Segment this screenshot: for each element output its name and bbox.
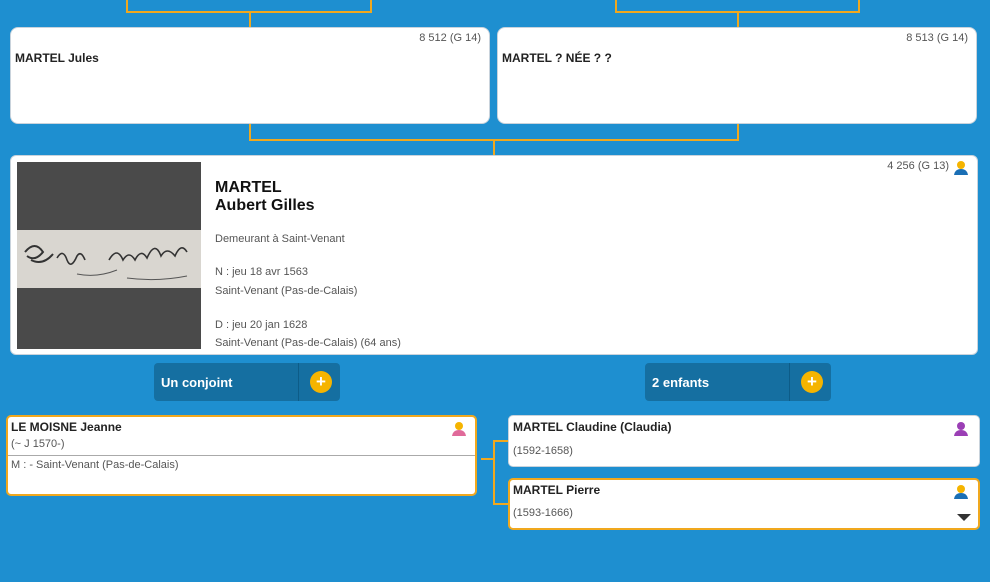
- person-male-icon: [954, 485, 968, 499]
- sosa-number: 4 256 (G 13): [887, 160, 949, 172]
- child-card[interactable]: MARTEL Pierre (1593-1666): [508, 478, 980, 530]
- children-button-label: 2 enfants: [652, 375, 710, 390]
- death-place[interactable]: Saint-Venant (Pas-de-Calais) (64 ans): [215, 337, 401, 349]
- divider: [298, 363, 299, 401]
- person-male-icon: [954, 161, 968, 175]
- death-date: D : jeu 20 jan 1628: [215, 319, 308, 331]
- person-name[interactable]: MARTEL Claudine (Claudia): [513, 420, 671, 434]
- sosa-number: 8 512 (G 14): [419, 32, 481, 44]
- life-dates: (~ J 1570-): [11, 438, 65, 450]
- person-name[interactable]: LE MOISNE Jeanne: [11, 420, 122, 434]
- connector-line: [737, 11, 739, 27]
- birth-date: N : jeu 18 avr 1563: [215, 266, 308, 278]
- signature-image[interactable]: [17, 162, 201, 349]
- residence-text: Demeurant à Saint-Venant: [215, 233, 345, 245]
- life-dates: (1593-1666): [513, 507, 573, 519]
- father-card[interactable]: 8 512 (G 14) MARTEL Jules: [10, 27, 490, 124]
- signature-scan: [24, 245, 188, 281]
- chevron-down-icon[interactable]: [957, 514, 971, 522]
- main-surname: MARTEL: [215, 179, 282, 196]
- spouse-card[interactable]: LE MOISNE Jeanne (~ J 1570-) M : - Saint…: [6, 415, 477, 496]
- child-card[interactable]: MARTEL Claudine (Claudia) (1592-1658): [508, 415, 980, 467]
- main-given-name: Aubert Gilles: [215, 197, 315, 214]
- marriage-info: M : - Saint-Venant (Pas-de-Calais): [11, 459, 179, 471]
- connector-line: [737, 124, 739, 140]
- person-male-icon: [452, 422, 466, 436]
- spouses-button-label: Un conjoint: [161, 375, 233, 390]
- person-female-icon: [954, 422, 968, 436]
- plus-icon[interactable]: +: [801, 371, 823, 393]
- person-name[interactable]: MARTEL ? NÉE ? ?: [502, 51, 612, 65]
- connector-line: [493, 440, 508, 442]
- divider: [789, 363, 790, 401]
- plus-icon[interactable]: +: [310, 371, 332, 393]
- sosa-number: 8 513 (G 14): [906, 32, 968, 44]
- connector-line: [493, 440, 495, 504]
- spouses-button[interactable]: Un conjoint +: [154, 363, 340, 401]
- divider: [8, 455, 475, 456]
- life-dates: (1592-1658): [513, 445, 573, 457]
- birth-place[interactable]: Saint-Venant (Pas-de-Calais): [215, 285, 357, 297]
- person-name[interactable]: MARTEL Pierre: [513, 483, 600, 497]
- mother-card[interactable]: 8 513 (G 14) MARTEL ? NÉE ? ?: [497, 27, 977, 124]
- connector-line: [249, 11, 251, 27]
- connector-line: [493, 503, 508, 505]
- connector-line: [481, 458, 494, 460]
- connector-line: [493, 139, 495, 155]
- connector-line: [249, 124, 251, 140]
- children-button[interactable]: 2 enfants +: [645, 363, 831, 401]
- person-name[interactable]: MARTEL Jules: [15, 51, 99, 65]
- main-person-card: 4 256 (G 13) MARTEL Aubert Gilles Demeur…: [10, 155, 978, 355]
